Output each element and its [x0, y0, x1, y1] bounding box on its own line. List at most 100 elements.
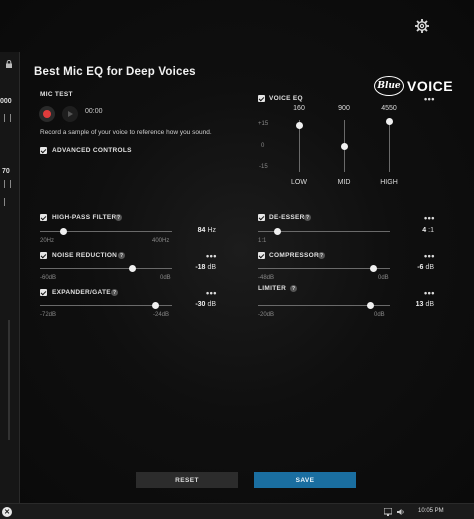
limiter-unit: dB [425, 301, 434, 308]
app-window: 000 70 Best Mic EQ for Deep Voices Blue … [0, 0, 474, 503]
limiter-more-button[interactable]: ••• [424, 289, 435, 298]
mic-test-label: MIC TEST [40, 91, 73, 98]
high-pass-filter-label: HIGH-PASS FILTER [52, 214, 117, 221]
limiter-max: 0dB [374, 312, 385, 318]
high-pass-filter-slider-thumb[interactable] [60, 228, 68, 235]
noise-reduction-label: NOISE REDUCTION [52, 252, 118, 259]
compressor-min: -48dB [258, 275, 275, 281]
eq-scale-top: +15 [258, 121, 269, 127]
left-tick [4, 180, 5, 188]
noise-reduction-value-number: -18 [195, 264, 206, 271]
limiter-min: -20dB [258, 312, 275, 318]
reset-button[interactable]: RESET [136, 472, 238, 488]
help-icon[interactable]: ? [304, 214, 311, 221]
record-icon [43, 110, 51, 118]
limiter-value: 13 dB [398, 301, 434, 308]
left-value-mid: 70 [2, 168, 10, 175]
help-icon[interactable]: ? [115, 214, 122, 221]
eq-freq-high: 4550 [381, 105, 397, 112]
eq-band-low-label: LOW [291, 179, 307, 186]
compressor-label: COMPRESSOR [269, 252, 319, 259]
de-esser-min: 1:1 [258, 238, 267, 244]
left-tick [4, 114, 5, 122]
eq-slider-high-thumb[interactable] [386, 118, 393, 126]
page-title: Best Mic EQ for Deep Voices [34, 66, 196, 78]
lock-icon[interactable] [5, 60, 13, 68]
close-icon[interactable]: ✕ [2, 507, 12, 517]
compressor-value-number: -6 [417, 264, 424, 271]
mic-test-time: 00:00 [85, 108, 103, 115]
de-esser-value-number: 4 [422, 227, 427, 234]
de-esser-slider-thumb[interactable] [274, 228, 282, 235]
high-pass-filter-value-number: 84 [197, 227, 206, 234]
eq-slider-low-thumb[interactable] [296, 121, 303, 129]
expander-gate-value-number: -30 [195, 301, 206, 308]
blue-logo-badge: Blue [374, 76, 404, 96]
left-tick [10, 114, 11, 122]
play-button[interactable] [62, 106, 78, 122]
taskbar-clock[interactable]: 10:05 PM [418, 508, 444, 514]
record-button[interactable] [39, 106, 55, 122]
left-scrollbar[interactable] [8, 320, 10, 440]
compressor-slider-thumb[interactable] [370, 265, 377, 272]
limiter-slider-thumb[interactable] [366, 302, 374, 309]
noise-reduction-min: -60dB [40, 275, 57, 281]
help-icon[interactable]: ? [290, 285, 297, 292]
left-tick [10, 180, 11, 188]
high-pass-filter-checkbox[interactable] [40, 214, 47, 221]
eq-freq-low: 160 [293, 105, 305, 112]
eq-band-high-label: HIGH [380, 179, 398, 186]
voice-eq-more-button[interactable]: ••• [424, 95, 435, 104]
taskbar: ✕ 10:05 PM [0, 503, 474, 519]
help-icon[interactable]: ? [111, 289, 118, 296]
eq-scale-bottom: -15 [259, 164, 268, 170]
help-icon[interactable]: ? [118, 252, 125, 259]
advanced-controls-label: ADVANCED CONTROLS [52, 147, 132, 154]
high-pass-filter-value: 84 Hz [180, 227, 216, 234]
noise-reduction-slider-track [40, 268, 172, 269]
save-button[interactable]: SAVE [254, 472, 356, 488]
eq-band-mid-label: MID [337, 179, 351, 186]
eq-scale-mid: 0 [261, 143, 265, 149]
limiter-value-number: 13 [415, 301, 424, 308]
noise-reduction-more-button[interactable]: ••• [206, 252, 217, 261]
compressor-value: -6 dB [398, 264, 434, 271]
noise-reduction-max: 0dB [160, 275, 171, 281]
noise-reduction-value: -18 dB [180, 264, 216, 271]
expander-gate-max: -24dB [153, 312, 170, 318]
de-esser-checkbox[interactable] [258, 214, 265, 221]
limiter-label: LIMITER [258, 285, 287, 292]
high-pass-filter-min: 20Hz [40, 238, 55, 244]
advanced-controls-checkbox[interactable] [40, 147, 47, 154]
noise-reduction-unit: dB [207, 264, 216, 271]
voice-eq-label: VOICE EQ [269, 95, 303, 102]
high-pass-filter-max: 400Hz [152, 238, 170, 244]
de-esser-more-button[interactable]: ••• [424, 214, 435, 223]
play-icon [68, 111, 73, 117]
gear-icon[interactable] [414, 18, 430, 34]
network-icon[interactable] [384, 508, 392, 516]
compressor-checkbox[interactable] [258, 252, 265, 259]
blue-voice-logo: Blue VOICE [374, 75, 453, 97]
noise-reduction-checkbox[interactable] [40, 252, 47, 259]
help-icon[interactable]: ? [318, 252, 325, 259]
compressor-unit: dB [425, 264, 434, 271]
mic-test-description: Record a sample of your voice to referen… [40, 129, 212, 136]
de-esser-value: 4:1 [398, 227, 434, 234]
compressor-more-button[interactable]: ••• [424, 252, 435, 261]
left-value-top: 000 [0, 98, 12, 105]
voice-logo-text: VOICE [407, 78, 454, 94]
left-tick [4, 198, 5, 206]
volume-icon[interactable] [397, 508, 405, 516]
expander-gate-slider-thumb[interactable] [152, 302, 159, 309]
voice-eq-checkbox[interactable] [258, 95, 265, 102]
expander-gate-min: -72dB [40, 312, 57, 318]
expander-gate-more-button[interactable]: ••• [206, 289, 217, 298]
noise-reduction-slider-thumb[interactable] [128, 265, 136, 272]
eq-slider-mid-thumb[interactable] [341, 142, 348, 150]
compressor-max: 0dB [378, 275, 389, 281]
eq-slider-high-track [389, 120, 390, 172]
high-pass-filter-unit: Hz [207, 227, 216, 234]
de-esser-label: DE-ESSER [269, 214, 305, 221]
expander-gate-checkbox[interactable] [40, 289, 47, 296]
